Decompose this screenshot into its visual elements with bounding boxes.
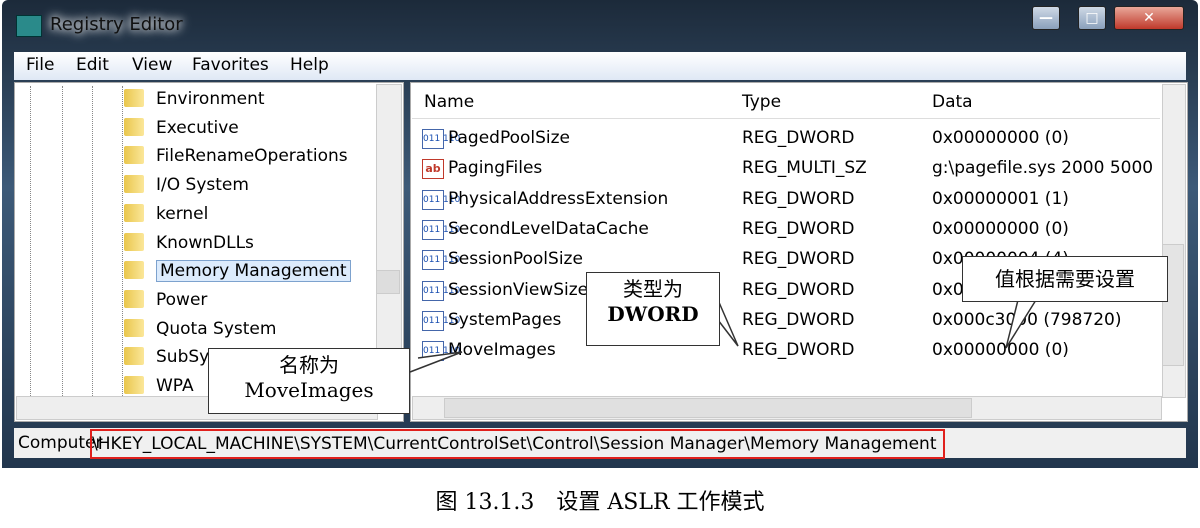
figure-caption: 图 13.1.3 设置 ASLR 工作模式 [435,490,765,515]
callout-value: 值根据需要设置 [962,256,1168,302]
callout-type: 类型为 DWORD [586,272,720,346]
callout-name: 名称为 MoveImages [208,348,410,414]
